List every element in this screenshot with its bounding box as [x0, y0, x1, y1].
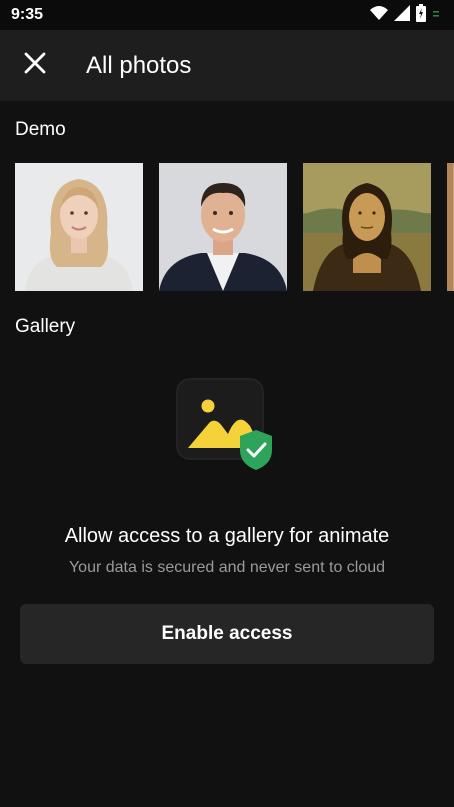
enable-access-button[interactable]: Enable access: [20, 604, 434, 664]
wifi-icon: [370, 5, 388, 26]
demo-photo-painting[interactable]: [303, 163, 431, 291]
demo-photo-man[interactable]: [159, 163, 287, 291]
battery-icon: [416, 3, 426, 27]
demo-photo-woman[interactable]: [15, 163, 143, 291]
status-bar: 9:35: [0, 0, 454, 30]
close-icon: [24, 52, 46, 79]
app-bar: All photos: [0, 30, 454, 101]
demo-section-title: Demo: [15, 119, 66, 140]
demo-photo-row[interactable]: [15, 163, 454, 291]
status-time: 9:35: [11, 6, 44, 23]
status-icons: [370, 3, 440, 27]
close-button[interactable]: [15, 45, 55, 85]
signal-icon: [394, 4, 410, 26]
permission-title: Allow access to a gallery for animate: [64, 525, 390, 547]
demo-photo-partial[interactable]: [447, 163, 454, 291]
page-title: All photos: [86, 52, 192, 79]
permission-subtitle: Your data is secured and never sent to c…: [68, 559, 386, 576]
gallery-shield-icon: [176, 378, 272, 470]
gallery-section-title: Gallery: [15, 316, 76, 337]
battery-saver-icon: [432, 6, 440, 24]
